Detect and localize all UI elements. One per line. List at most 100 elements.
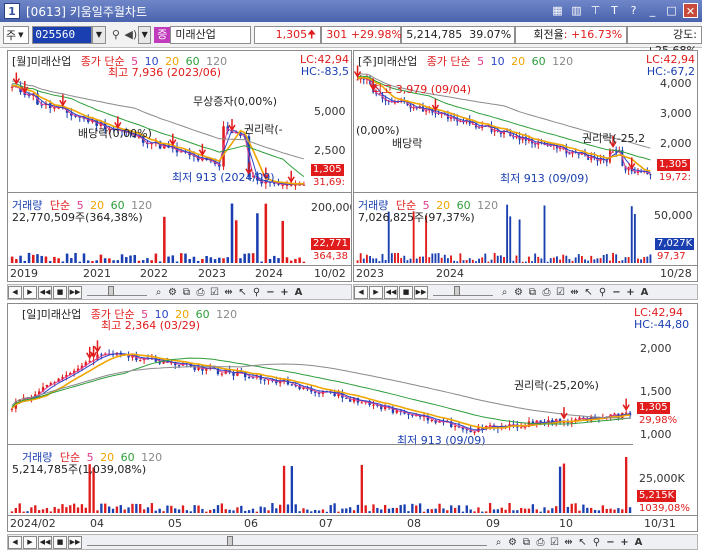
volume-bar (34, 505, 37, 513)
weekly-zoom-in-button[interactable]: + (624, 286, 637, 299)
minimize-icon[interactable]: _ (645, 3, 660, 18)
weekly-volume-tick: 50,000 (654, 209, 693, 222)
daily-slider-knob[interactable] (227, 536, 233, 546)
code-dropdown-button[interactable]: ▼ (92, 25, 106, 44)
weekly-ma-period-60: 60 (528, 55, 546, 68)
monthly-chart-canvas[interactable] (8, 51, 352, 282)
volume-bar (602, 254, 605, 263)
volume-bar (364, 505, 367, 513)
candle-body (360, 402, 363, 404)
monthly-print-icon[interactable]: ⎙ (194, 286, 207, 299)
weekly-forward-button[interactable]: ▶▶ (414, 285, 428, 299)
close-icon[interactable]: ✕ (683, 3, 698, 18)
weekly-chart-panel[interactable]: [주]미래산업 종가 단순 5 10 20 60 120 LC:42,94 HC… (353, 50, 698, 282)
monthly-zoom-icon[interactable]: ⌕ (152, 286, 165, 299)
weekly-copy-icon[interactable]: ⧉ (526, 286, 539, 299)
daily-forward-button[interactable]: ▶▶ (68, 535, 82, 549)
text-icon[interactable]: T (607, 3, 622, 18)
daily-search-icon[interactable]: ⚲ (590, 536, 603, 549)
daily-xlabel-2: 05 (168, 517, 182, 530)
daily-chart-canvas[interactable] (8, 304, 698, 532)
monthly-stop-button[interactable]: ■ (53, 285, 67, 299)
volume-bar (549, 258, 552, 263)
weekly-settings-icon[interactable]: ⚙ (512, 286, 525, 299)
candle-body (302, 388, 305, 390)
weekly-scroll-slider[interactable] (433, 286, 493, 296)
weekly-next-button[interactable]: ▶ (369, 285, 383, 299)
weekly-check-icon[interactable]: ☑ (554, 286, 567, 299)
daily-cursor-icon[interactable]: ↖ (576, 536, 589, 549)
weekly-search-icon[interactable]: ⚲ (596, 286, 609, 299)
daily-zoom-icon[interactable]: ⌕ (492, 536, 505, 549)
volume-bar (481, 257, 484, 263)
monthly-prev-button[interactable]: ◀ (8, 285, 22, 299)
monthly-scroll-slider[interactable] (87, 286, 147, 296)
volume-bar (640, 259, 643, 263)
stock-code-input[interactable] (32, 25, 93, 44)
weekly-print-icon[interactable]: ⎙ (540, 286, 553, 299)
bars-icon[interactable]: ▥ (569, 3, 584, 18)
volume-bar (289, 260, 293, 263)
pin-icon[interactable]: ⊤ (588, 3, 603, 18)
volume-bar (205, 255, 208, 263)
speaker-icon[interactable]: ◀) (123, 26, 138, 44)
monthly-next-button[interactable]: ▶ (23, 285, 37, 299)
daily-chart-panel[interactable]: [일]미래산업 종가 단순 5 10 20 60 120 LC:42,94 HC… (7, 303, 698, 532)
volume-bar (368, 511, 371, 513)
monthly-search-icon[interactable]: ⚲ (250, 286, 263, 299)
market-select[interactable]: 주 ▼ (3, 25, 30, 44)
volume-bar (103, 258, 107, 263)
weekly-rewind-button[interactable]: ◀◀ (384, 285, 398, 299)
weekly-auto-scale-button[interactable]: A (638, 286, 651, 299)
monthly-forward-button[interactable]: ▶▶ (68, 285, 82, 299)
daily-zoom-in-button[interactable]: + (618, 536, 631, 549)
weekly-stop-button[interactable]: ■ (399, 285, 413, 299)
daily-prev-button[interactable]: ◀ (8, 535, 22, 549)
maximize-icon[interactable]: □ (664, 3, 679, 18)
monthly-cursor-icon[interactable]: ↖ (236, 286, 249, 299)
volume-bar (197, 505, 200, 513)
daily-next-button[interactable]: ▶ (23, 535, 37, 549)
monthly-zoom-out-button[interactable]: − (264, 286, 277, 299)
daily-stop-button[interactable]: ■ (53, 535, 67, 549)
volume-bar (61, 504, 64, 513)
daily-auto-scale-button[interactable]: A (632, 536, 645, 549)
volume-bar (609, 260, 611, 263)
volume-bar (220, 503, 224, 513)
speaker-dropdown-button[interactable]: ▼ (138, 25, 152, 44)
weekly-slider-knob[interactable] (454, 286, 460, 296)
monthly-chart-panel[interactable]: [월]미래산업 종가 단순 5 10 20 60 120 LC:42,94 HC… (7, 50, 352, 282)
volume-bar (649, 254, 652, 263)
weekly-navbar: ◀ ▶ ◀◀ ■ ▶▶ ⌕ ⚙ ⧉ ⎙ ☑ ⇹ ↖ ⚲ − + A (353, 284, 698, 300)
volume-bar (566, 506, 570, 513)
weekly-split-icon[interactable]: ⇹ (568, 286, 581, 299)
weekly-cursor-icon[interactable]: ↖ (582, 286, 595, 299)
candle-body (372, 404, 375, 406)
daily-copy-icon[interactable]: ⧉ (520, 536, 533, 549)
monthly-settings-icon[interactable]: ⚙ (166, 286, 179, 299)
monthly-check-icon[interactable]: ☑ (208, 286, 221, 299)
weekly-zoom-out-button[interactable]: − (610, 286, 623, 299)
search-icon[interactable]: ⚲ (109, 26, 124, 44)
daily-rewind-button[interactable]: ◀◀ (38, 535, 52, 549)
monthly-copy-icon[interactable]: ⧉ (180, 286, 193, 299)
daily-split-icon[interactable]: ⇹ (562, 536, 575, 549)
weekly-zoom-icon[interactable]: ⌕ (498, 286, 511, 299)
daily-zoom-out-button[interactable]: − (604, 536, 617, 549)
monthly-rewind-button[interactable]: ◀◀ (38, 285, 52, 299)
volume-bar (499, 255, 502, 263)
daily-print-icon[interactable]: ⎙ (534, 536, 547, 549)
daily-settings-icon[interactable]: ⚙ (506, 536, 519, 549)
daily-check-icon[interactable]: ☑ (548, 536, 561, 549)
volume-bar (601, 505, 605, 513)
weekly-prev-button[interactable]: ◀ (354, 285, 368, 299)
daily-scroll-slider[interactable] (87, 536, 487, 546)
monthly-auto-scale-button[interactable]: A (292, 286, 305, 299)
volume-bar (443, 254, 446, 263)
help-icon[interactable]: ? (626, 3, 641, 18)
monthly-split-icon[interactable]: ⇹ (222, 286, 235, 299)
up-arrow-icon: 🠉 (307, 27, 317, 41)
monthly-slider-knob[interactable] (108, 286, 114, 296)
grid-icon[interactable]: ▦ (550, 3, 565, 18)
monthly-zoom-in-button[interactable]: + (278, 286, 291, 299)
